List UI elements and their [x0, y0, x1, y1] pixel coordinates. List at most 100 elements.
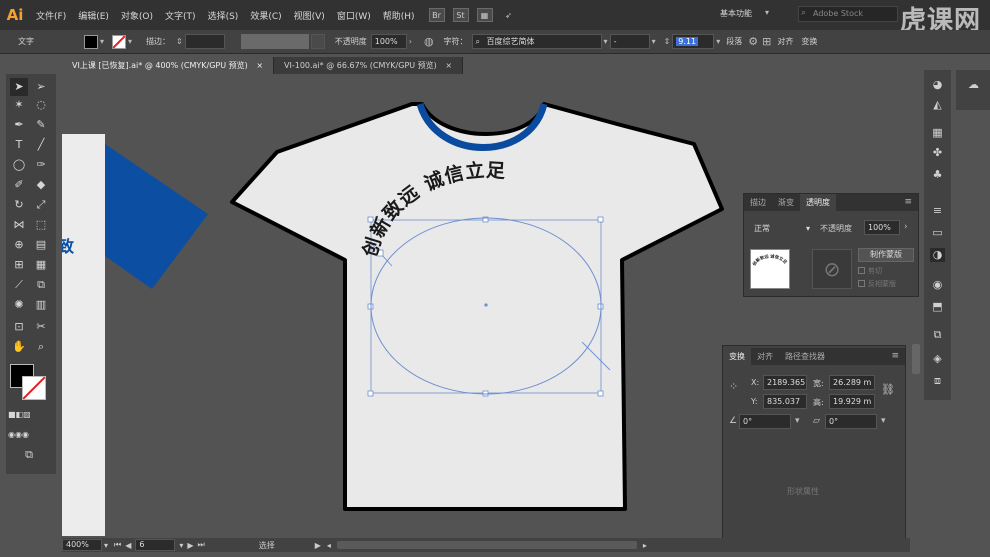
clip-checkbox[interactable] — [858, 267, 865, 274]
first-artboard-icon[interactable]: ⏮ — [114, 540, 121, 550]
tab-vi-100[interactable]: VI-100.ai* @ 66.67% (CMYK/GPU 预览) × — [274, 57, 464, 74]
tab-transparency[interactable]: 透明度 — [800, 194, 836, 211]
stroke-weight-field[interactable] — [184, 34, 225, 49]
artboard-chevron-icon[interactable]: ▾ — [179, 541, 183, 550]
color-guide-icon[interactable]: ◭ — [930, 98, 945, 112]
menu-edit[interactable]: 编辑(E) — [72, 9, 115, 22]
next-artboard-icon[interactable]: ▶ — [187, 541, 193, 550]
tab-align[interactable]: 对齐 — [751, 348, 779, 365]
stroke-panel-icon[interactable]: ≡ — [930, 204, 945, 218]
opacity-field[interactable]: 100% — [370, 34, 407, 49]
y-field[interactable]: 835.037 — [763, 394, 807, 409]
stock-icon[interactable]: St — [452, 8, 469, 22]
arrange-documents-icon[interactable]: ▦ — [476, 8, 493, 22]
menu-type[interactable]: 文字(T) — [159, 9, 202, 22]
character-label[interactable]: 字符： — [440, 36, 472, 47]
slice-tool-icon[interactable]: ✂ — [32, 318, 50, 336]
shaper-tool-icon[interactable]: ✐ — [10, 176, 28, 194]
menu-select[interactable]: 选择(S) — [202, 9, 245, 22]
paragraph-label[interactable]: 段落 — [722, 36, 746, 47]
tab-close-icon[interactable]: × — [445, 61, 452, 70]
tab-close-icon[interactable]: × — [256, 61, 263, 70]
status-arrow-icon[interactable]: ▶ — [315, 541, 321, 550]
recolor-icon[interactable]: ◍ — [422, 35, 436, 48]
color-mode-icon[interactable]: ■◧▨ — [8, 406, 31, 424]
rotate-field[interactable]: 0° — [739, 414, 791, 429]
rotate-tool-icon[interactable]: ↻ — [10, 196, 28, 214]
zoom-chevron-icon[interactable]: ▾ — [104, 541, 108, 550]
horizontal-scrollbar[interactable] — [336, 541, 637, 549]
bbox-handle[interactable] — [597, 216, 604, 223]
align-label[interactable]: 对齐 — [773, 36, 797, 47]
shear-field[interactable]: 0° — [825, 414, 877, 429]
pen-tool-icon[interactable]: ✒ — [10, 116, 28, 134]
libraries-icon[interactable]: ☁ — [966, 78, 981, 92]
rotate-chevron-icon[interactable]: ▾ — [795, 416, 800, 426]
h-field[interactable]: 19.929 m — [829, 394, 875, 409]
screen-mode-icon[interactable]: ⧉ — [20, 446, 38, 464]
stock-search-input[interactable]: Adobe Stock — [798, 6, 898, 22]
fill-chevron-icon[interactable]: ▾ — [98, 37, 106, 46]
graphic-styles-icon[interactable]: ⬒ — [930, 300, 945, 314]
w-field[interactable]: 26.289 m — [829, 375, 875, 390]
constrain-proportions-icon[interactable]: ⛓ — [881, 383, 895, 396]
bridge-icon[interactable]: Br — [428, 8, 445, 22]
tab-gradient[interactable]: 渐变 — [772, 194, 800, 211]
perspective-grid-tool-icon[interactable]: ▤ — [32, 236, 50, 254]
tab-pathfinder[interactable]: 路径查找器 — [779, 348, 831, 365]
menu-object[interactable]: 对象(O) — [115, 9, 159, 22]
magic-wand-tool-icon[interactable]: ✶ — [10, 96, 28, 114]
swatches-icon[interactable]: ▦ — [930, 126, 945, 140]
scale-tool-icon[interactable]: ⤢ — [32, 196, 50, 214]
menu-help[interactable]: 帮助(H) — [377, 9, 421, 22]
invert-mask-checkbox[interactable] — [858, 280, 865, 287]
gpu-rocket-icon[interactable]: ➶ — [501, 8, 517, 22]
make-mask-button[interactable]: 制作蒙版 — [858, 248, 914, 262]
selection-tool-icon[interactable]: ➤ — [10, 78, 28, 96]
brush-field[interactable] — [310, 34, 325, 49]
free-transform-tool-icon[interactable]: ⬚ — [32, 216, 50, 234]
gradient-panel-icon[interactable]: ▭ — [930, 226, 945, 240]
workspace-chevron-icon[interactable]: ▾ — [765, 8, 769, 17]
fill-swatch[interactable] — [84, 34, 98, 49]
workspace-switcher[interactable]: 基本功能 — [720, 8, 752, 19]
color-panel-icon[interactable]: ◕ — [930, 78, 945, 92]
stroke-color-icon[interactable] — [22, 376, 46, 400]
transform-label[interactable]: 变换 — [797, 36, 821, 47]
reference-point-icon[interactable]: ⁘ — [729, 380, 743, 394]
artboard-tool-icon[interactable]: ⊡ — [10, 318, 28, 336]
symbol-sprayer-tool-icon[interactable]: ✺ — [10, 296, 28, 314]
tab-vi-course[interactable]: VI上课 [已恢复].ai* @ 400% (CMYK/GPU 预览) × — [62, 57, 275, 74]
artwork-thumbnail[interactable]: 创新致远 诚信立足 — [750, 249, 790, 289]
symbols-icon[interactable]: ♣ — [930, 168, 945, 182]
status-scroll-right-icon[interactable]: ▸ — [643, 541, 647, 550]
font-size-chevron-icon[interactable]: ▾ — [714, 37, 722, 46]
opacity-field[interactable]: 100% — [864, 220, 900, 235]
appearance-icon[interactable]: ◉ — [930, 278, 945, 292]
graph-tool-icon[interactable]: ▥ — [32, 296, 50, 314]
artboards-icon[interactable]: ⧈ — [930, 374, 945, 388]
curvature-tool-icon[interactable]: ✎ — [32, 116, 50, 134]
status-scroll-left-icon[interactable]: ◂ — [327, 541, 331, 550]
menu-view[interactable]: 视图(V) — [288, 9, 331, 22]
opacity-arrow-icon[interactable]: › — [904, 222, 908, 232]
brushes-icon[interactable]: ✤ — [930, 146, 945, 160]
variable-width-field[interactable] — [240, 34, 309, 49]
panel-menu-icon[interactable]: ≡ — [904, 194, 918, 211]
tab-transform[interactable]: 变换 — [723, 348, 751, 365]
menu-effect[interactable]: 效果(C) — [244, 9, 287, 22]
menu-window[interactable]: 窗口(W) — [331, 9, 377, 22]
export-icon[interactable]: ⧉ — [930, 328, 945, 342]
font-size-stepper-icon[interactable]: ⇕ — [662, 37, 673, 46]
grid-options-icon[interactable]: ⊞ — [760, 35, 773, 48]
layers-icon[interactable]: ◈ — [930, 352, 945, 366]
eyedropper-tool-icon[interactable]: ⟋ — [10, 276, 28, 294]
type-tool-icon[interactable]: T — [10, 136, 28, 154]
font-style-chevron-icon[interactable]: ▾ — [650, 37, 658, 46]
shear-chevron-icon[interactable]: ▾ — [881, 416, 886, 426]
x-field[interactable]: 2189.365 — [763, 375, 807, 390]
draw-mode-icon[interactable]: ◉◉◉ — [8, 426, 29, 444]
line-tool-icon[interactable]: ╱ — [32, 136, 50, 154]
bbox-handle[interactable] — [367, 303, 374, 310]
bbox-handle[interactable] — [367, 390, 374, 397]
